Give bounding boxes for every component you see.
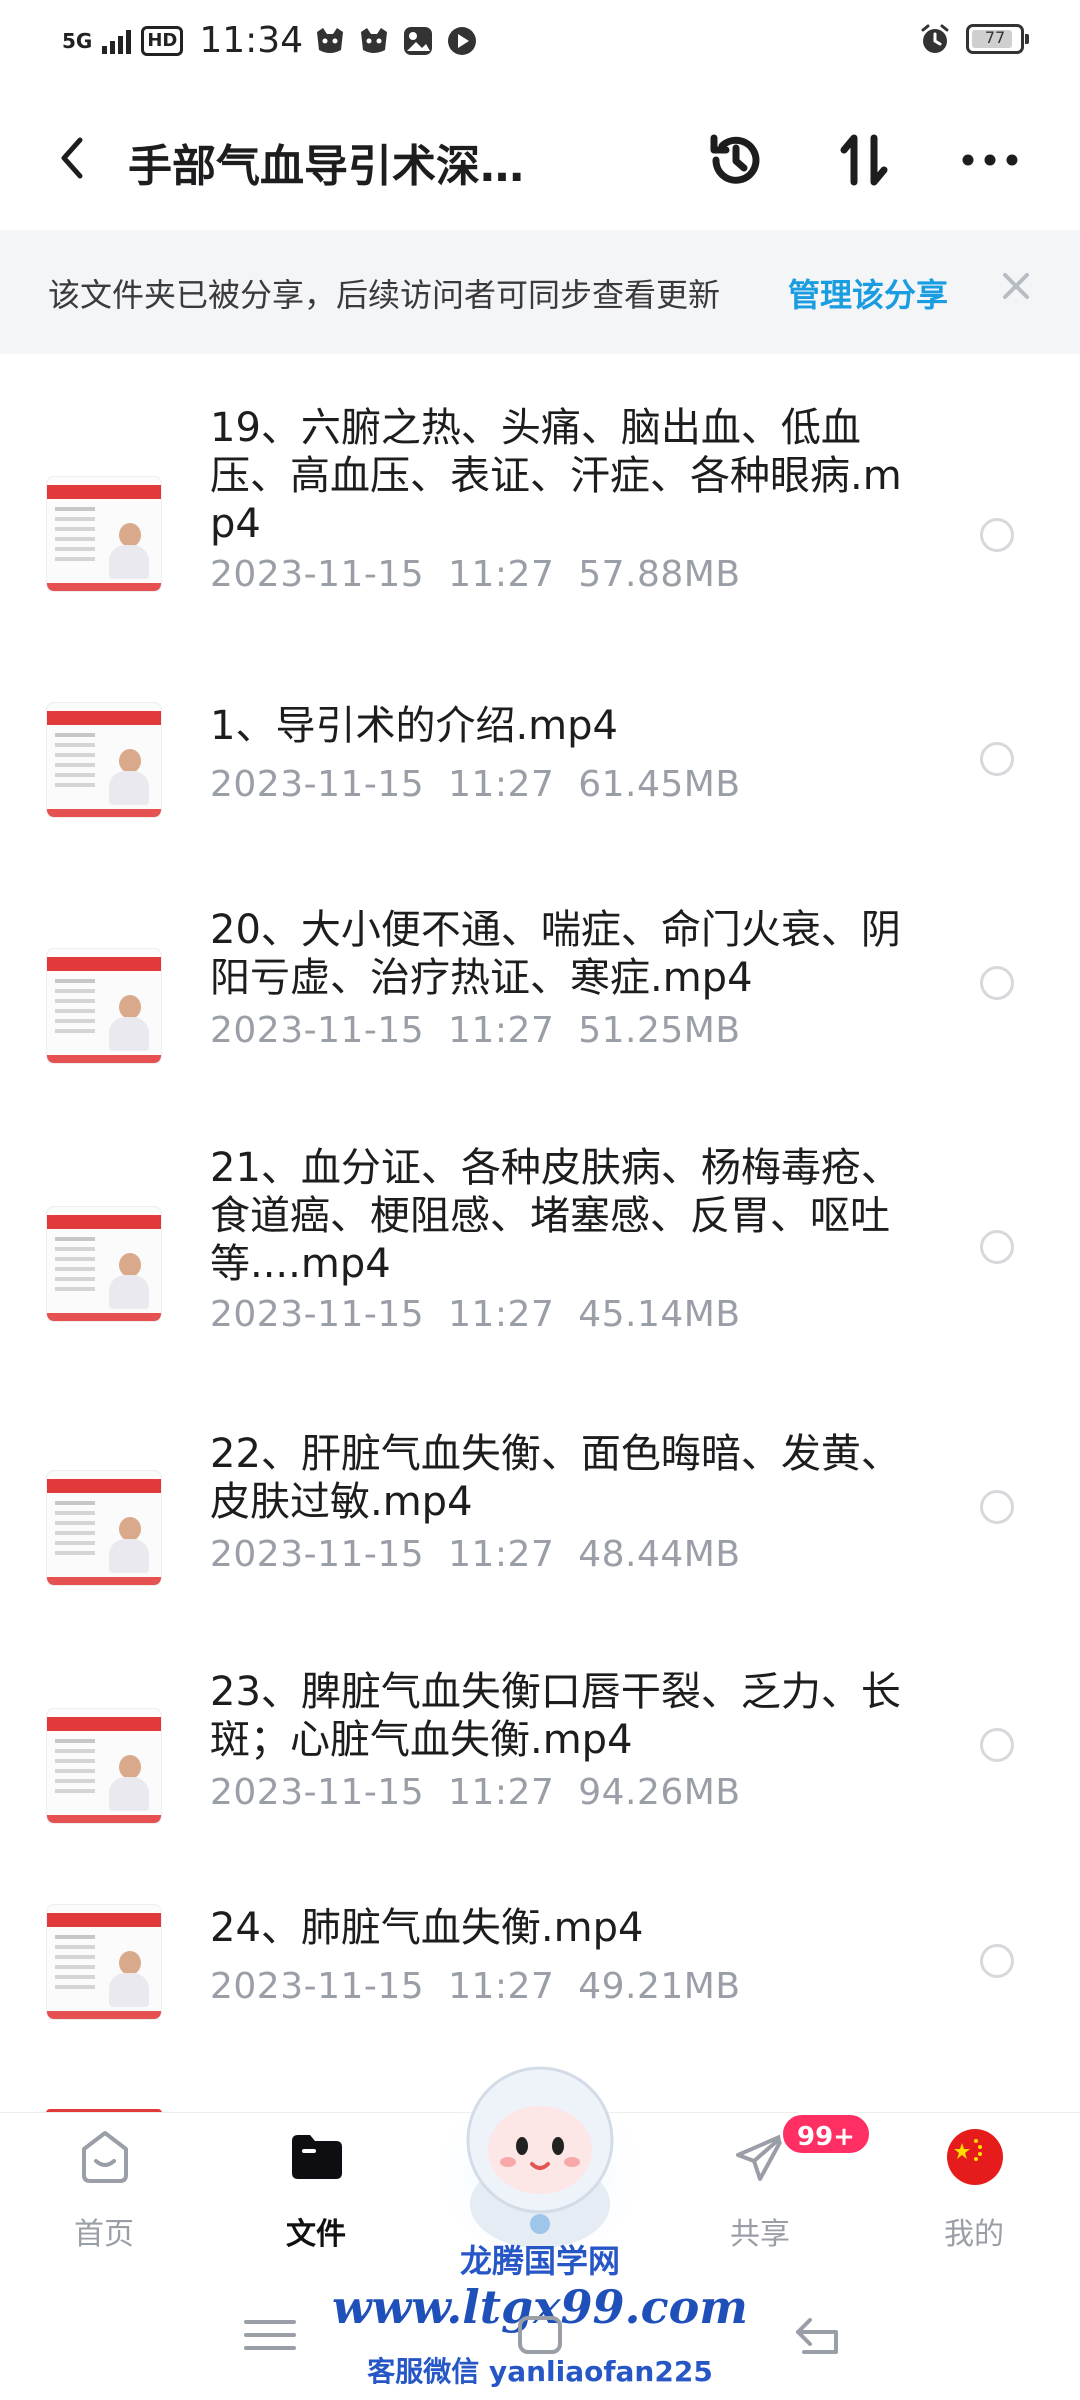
file-date: 2023-11-15 xyxy=(210,1772,425,1813)
video-thumbnail xyxy=(46,948,162,1064)
file-name: 21、血分证、各种皮肤病、杨梅毒疮、食道癌、梗阻感、堵塞感、反胃、呕吐等....… xyxy=(210,1145,901,1287)
file-date: 2023-11-15 xyxy=(210,1010,425,1051)
file-date: 2023-11-15 xyxy=(210,1534,425,1575)
status-right: 77 xyxy=(918,22,1029,56)
status-time: 11:34 xyxy=(199,20,304,61)
share-banner: 该文件夹已被分享，后续访问者可同步查看更新 管理该分享 xyxy=(0,230,1080,354)
file-meta: 2023-11-15 11:27 48.44MB xyxy=(210,1534,741,1575)
battery-level: 77 xyxy=(984,28,1006,47)
video-thumbnail xyxy=(46,702,162,818)
file-name: 19、六腑之热、头痛、脑出血、低血压、高血压、表证、汗症、各种眼病.mp4 xyxy=(210,405,902,547)
file-date: 2023-11-15 xyxy=(210,1294,425,1335)
page-title: 手部气血导引术深… xyxy=(128,141,524,192)
gallery-icon xyxy=(404,26,433,55)
file-meta: 2023-11-15 11:27 49.21MB xyxy=(210,1966,741,2007)
file-time: 11:27 xyxy=(448,554,555,595)
file-size: 45.14MB xyxy=(578,1294,741,1335)
hd-icon: HD xyxy=(141,25,184,56)
file-meta: 2023-11-15 11:27 94.26MB xyxy=(210,1772,741,1813)
battery-icon: 77 xyxy=(966,24,1029,54)
file-size: 48.44MB xyxy=(578,1534,741,1575)
video-app-icon xyxy=(448,26,477,55)
status-left: 5G HD 11:34 xyxy=(62,20,479,61)
file-size: 61.45MB xyxy=(578,764,741,805)
select-radio[interactable] xyxy=(980,1944,1014,1978)
mascot-astronaut-icon[interactable] xyxy=(430,2054,650,2254)
app-screen: 5G HD 11:34 77 手部气血导引术深… 该文件夹已被分享，后续访问者可… xyxy=(0,0,1080,2400)
file-size: 51.25MB xyxy=(578,1010,741,1051)
file-size: 49.21MB xyxy=(578,1966,741,2007)
file-list: 19、六腑之热、头痛、脑出血、低血压、高血压、表证、汗症、各种眼病.mp4 20… xyxy=(0,354,1080,2114)
watermark-title: 龙腾国学网 xyxy=(459,2242,620,2280)
file-time: 11:27 xyxy=(448,1772,555,1813)
app-notification-icon xyxy=(361,27,388,53)
select-radio[interactable] xyxy=(980,518,1014,552)
share-count-badge: 99+ xyxy=(780,2112,872,2156)
file-meta: 2023-11-15 11:27 61.45MB xyxy=(210,764,741,805)
file-size: 57.88MB xyxy=(578,554,741,595)
select-radio[interactable] xyxy=(980,966,1014,1000)
history-icon[interactable] xyxy=(700,124,772,196)
status-bar: 5G HD 11:34 77 xyxy=(0,0,1080,84)
file-time: 11:27 xyxy=(448,1534,555,1575)
home-button-icon[interactable] xyxy=(510,2310,570,2360)
app-notification-icon xyxy=(317,27,344,53)
video-thumbnail xyxy=(46,476,162,592)
file-time: 11:27 xyxy=(448,1966,555,2007)
file-time: 11:27 xyxy=(448,1010,555,1051)
home-icon xyxy=(82,2131,128,2183)
file-time: 11:27 xyxy=(448,764,555,805)
file-meta: 2023-11-15 11:27 57.88MB xyxy=(210,554,741,595)
system-back-icon[interactable] xyxy=(790,2310,850,2360)
file-size: 94.26MB xyxy=(578,1772,741,1813)
file-name: 24、肺脏气血失衡.mp4 xyxy=(210,1905,644,1951)
china-flag-icon xyxy=(947,2129,1003,2185)
file-time: 11:27 xyxy=(448,1294,555,1335)
file-name: 20、大小便不通、喘症、命门火衰、阴阳亏虚、治疗热证、寒症.mp4 xyxy=(210,907,901,1001)
sort-icon[interactable] xyxy=(828,124,900,196)
alarm-icon xyxy=(921,24,949,53)
header-bar: 手部气血导引术深… xyxy=(0,100,1080,220)
select-radio[interactable] xyxy=(980,1490,1014,1524)
menu-icon[interactable] xyxy=(240,2310,300,2360)
share-banner-text: 该文件夹已被分享，后续访问者可同步查看更新 xyxy=(48,276,721,314)
file-meta: 2023-11-15 11:27 45.14MB xyxy=(210,1294,741,1335)
file-name: 23、脾脏气血失衡口唇干裂、乏力、长斑；心脏气血失衡.mp4 xyxy=(210,1669,901,1763)
folder-icon xyxy=(292,2135,342,2179)
file-meta: 2023-11-15 11:27 51.25MB xyxy=(210,1010,741,1051)
manage-share-link[interactable]: 管理该分享 xyxy=(788,270,948,316)
signal-icon xyxy=(102,28,132,54)
file-date: 2023-11-15 xyxy=(210,1966,425,2007)
network-type: 5G xyxy=(62,28,93,53)
select-radio[interactable] xyxy=(980,742,1014,776)
back-arrow-icon[interactable] xyxy=(44,128,104,188)
file-date: 2023-11-15 xyxy=(210,764,425,805)
file-name: 22、肝脏气血失衡、面色晦暗、发黄、皮肤过敏.mp4 xyxy=(210,1431,901,1525)
video-thumbnail xyxy=(46,1708,162,1824)
close-icon[interactable] xyxy=(996,266,1036,306)
video-thumbnail xyxy=(46,1904,162,2020)
video-thumbnail xyxy=(46,1470,162,1586)
select-radio[interactable] xyxy=(980,1728,1014,1762)
file-date: 2023-11-15 xyxy=(210,554,425,595)
select-radio[interactable] xyxy=(980,1230,1014,1264)
more-options-icon[interactable] xyxy=(954,124,1026,196)
video-thumbnail xyxy=(46,1206,162,1322)
file-name: 1、导引术的介绍.mp4 xyxy=(210,703,618,749)
